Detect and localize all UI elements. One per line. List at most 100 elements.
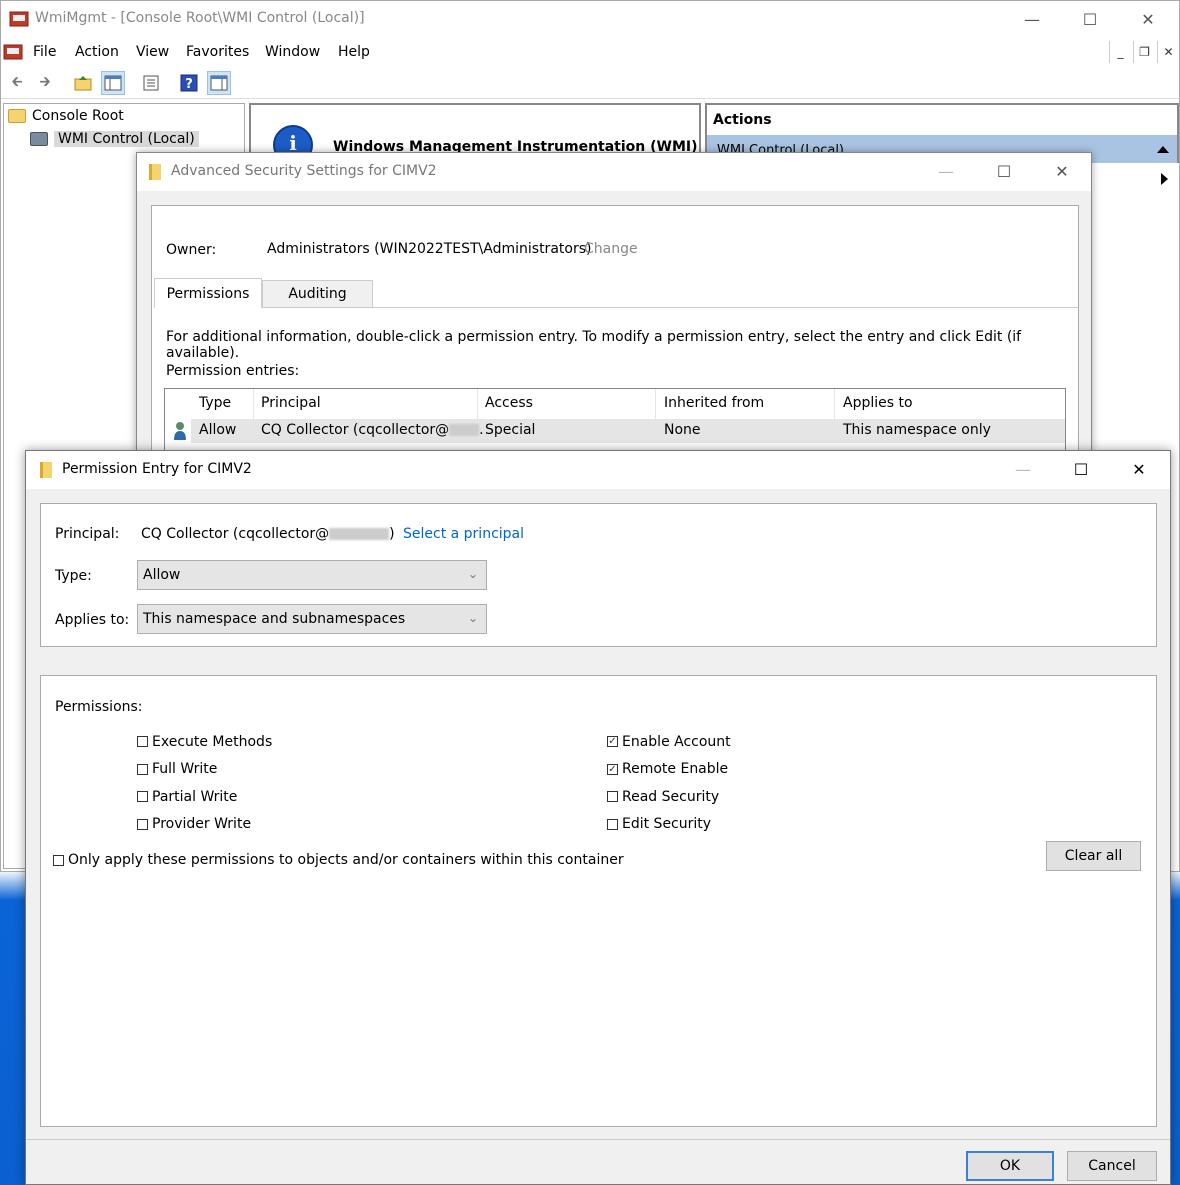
redacted-domain bbox=[449, 424, 480, 436]
toolbar: 🡰 🡲 ? bbox=[1, 67, 1179, 99]
checkbox-full-write[interactable]: Full Write bbox=[137, 756, 272, 784]
close-icon[interactable]: ✕ bbox=[1110, 451, 1168, 487]
cancel-button[interactable]: Cancel bbox=[1067, 1151, 1157, 1181]
type-select[interactable]: Allow ⌄ bbox=[137, 560, 487, 590]
footer-divider bbox=[26, 1139, 1170, 1140]
mdi-restore-icon[interactable]: ❐ bbox=[1133, 41, 1155, 63]
redacted-domain bbox=[329, 528, 390, 540]
maximize-icon[interactable]: ☐ bbox=[1061, 1, 1119, 37]
mmc-title-text: WmiMgmt - [Console Root\WMI Control (Loc… bbox=[35, 10, 365, 26]
permission-entry-title-bar: Permission Entry for CIMV2 — ☐ ✕ bbox=[26, 451, 1170, 489]
checkbox-read-security[interactable]: Read Security bbox=[607, 783, 731, 811]
minimize-icon[interactable]: — bbox=[994, 451, 1052, 487]
maximize-icon[interactable]: ☐ bbox=[1052, 451, 1110, 487]
mdi-minimize-icon[interactable]: _ bbox=[1109, 41, 1131, 63]
wmimgmt-app-icon bbox=[9, 11, 29, 27]
checkbox-box[interactable] bbox=[137, 763, 148, 775]
checkbox-partial-write[interactable]: Partial Write bbox=[137, 783, 272, 811]
user-icon bbox=[174, 422, 186, 440]
checkbox-only-apply-within-container[interactable]: Only apply these permissions to objects … bbox=[53, 852, 624, 868]
change-owner-link[interactable]: Change bbox=[584, 241, 638, 257]
svg-text:?: ? bbox=[185, 77, 193, 92]
export-list-icon[interactable] bbox=[139, 71, 163, 95]
folder-icon bbox=[149, 164, 161, 180]
menu-file[interactable]: File bbox=[33, 44, 56, 60]
checkbox-remote-enable[interactable]: ✓ Remote Enable bbox=[607, 756, 731, 784]
select-principal-link[interactable]: Select a principal bbox=[403, 526, 524, 542]
checkbox-box[interactable] bbox=[137, 818, 148, 830]
mmc-title-bar: WmiMgmt - [Console Root\WMI Control (Loc… bbox=[1, 1, 1179, 37]
chevron-down-icon: ⌄ bbox=[467, 611, 478, 625]
check-icon[interactable]: ✓ bbox=[607, 736, 618, 748]
column-separator bbox=[655, 389, 656, 419]
row-principal: CQ Collector (cqcollector@. bbox=[261, 422, 484, 438]
back-arrow-icon[interactable]: 🡰 bbox=[5, 71, 29, 95]
collapse-icon[interactable] bbox=[1157, 146, 1169, 153]
checkbox-box[interactable] bbox=[607, 791, 618, 803]
checkbox-edit-security[interactable]: Edit Security bbox=[607, 811, 731, 839]
help-icon[interactable]: ? bbox=[177, 71, 201, 95]
tab-permissions[interactable]: Permissions bbox=[154, 278, 262, 308]
tab-divider bbox=[373, 307, 1078, 308]
permission-entry-dialog: Permission Entry for CIMV2 — ☐ ✕ Princip… bbox=[25, 450, 1171, 1185]
applies-to-label: Applies to: bbox=[55, 612, 130, 628]
computer-icon bbox=[30, 132, 48, 146]
maximize-icon[interactable]: ☐ bbox=[975, 153, 1033, 189]
show-hide-action-pane-icon[interactable] bbox=[207, 71, 231, 95]
applies-to-select[interactable]: This namespace and subnamespaces ⌄ bbox=[137, 604, 487, 634]
mdi-close-icon[interactable]: ✕ bbox=[1157, 41, 1179, 63]
checkbox-box[interactable] bbox=[137, 736, 148, 748]
ok-button[interactable]: OK bbox=[966, 1151, 1054, 1181]
column-principal[interactable]: Principal bbox=[261, 395, 321, 411]
chevron-down-icon: ⌄ bbox=[467, 567, 478, 581]
principal-value: CQ Collector (cqcollector@) bbox=[141, 526, 395, 542]
principal-label: Principal: bbox=[55, 526, 120, 542]
show-hide-tree-icon[interactable] bbox=[101, 71, 125, 95]
right-permissions: ✓ Enable Account ✓ Remote Enable Read Secu… bbox=[607, 728, 731, 838]
check-icon[interactable]: ✓ bbox=[607, 763, 618, 775]
minimize-icon[interactable]: — bbox=[1003, 1, 1061, 37]
menu-favorites[interactable]: Favorites bbox=[186, 44, 249, 60]
tree-item-console-root[interactable]: Console Root bbox=[8, 108, 124, 124]
menu-view[interactable]: View bbox=[136, 44, 169, 60]
clear-all-button[interactable]: Clear all bbox=[1046, 841, 1141, 871]
checkbox-box[interactable] bbox=[53, 854, 64, 866]
column-type[interactable]: Type bbox=[199, 395, 231, 411]
close-icon[interactable]: ✕ bbox=[1033, 153, 1091, 189]
permission-entry-title: Permission Entry for CIMV2 bbox=[62, 461, 252, 477]
row-applies-to: This namespace only bbox=[843, 422, 991, 438]
column-separator bbox=[253, 389, 254, 419]
info-text: For additional information, double-click… bbox=[166, 329, 1022, 361]
advanced-security-title: Advanced Security Settings for CIMV2 bbox=[171, 163, 437, 179]
row-inherited-from: None bbox=[664, 422, 701, 438]
forward-arrow-icon[interactable]: 🡲 bbox=[33, 71, 57, 95]
checkbox-provider-write[interactable]: Provider Write bbox=[137, 811, 272, 839]
more-actions-arrow-icon[interactable] bbox=[1161, 173, 1168, 185]
checkbox-enable-account[interactable]: ✓ Enable Account bbox=[607, 728, 731, 756]
column-separator bbox=[834, 389, 835, 419]
up-folder-icon[interactable] bbox=[71, 71, 95, 95]
column-applies-to[interactable]: Applies to bbox=[843, 395, 913, 411]
type-label: Type: bbox=[55, 568, 92, 584]
menu-action[interactable]: Action bbox=[75, 44, 119, 60]
permissions-label: Permissions: bbox=[55, 699, 143, 715]
checkbox-box[interactable] bbox=[137, 791, 148, 803]
owner-value: Administrators (WIN2022TEST\Administrato… bbox=[267, 241, 592, 257]
row-type: Allow bbox=[199, 422, 237, 438]
menu-window[interactable]: Window bbox=[265, 44, 320, 60]
minimize-icon[interactable]: — bbox=[917, 153, 975, 189]
menu-help[interactable]: Help bbox=[338, 44, 370, 60]
column-access[interactable]: Access bbox=[485, 395, 533, 411]
folder-icon bbox=[8, 109, 26, 123]
tab-auditing[interactable]: Auditing bbox=[262, 280, 373, 308]
checkbox-box[interactable] bbox=[607, 818, 618, 830]
console-menu-icon[interactable] bbox=[3, 42, 23, 62]
tree-item-wmi-control[interactable]: WMI Control (Local) bbox=[30, 131, 199, 147]
principal-group: Principal: CQ Collector (cqcollector@) S… bbox=[40, 503, 1157, 647]
permissions-group: Permissions: Execute Methods Full Write … bbox=[40, 675, 1157, 1127]
checkbox-execute-methods[interactable]: Execute Methods bbox=[137, 728, 272, 756]
close-icon[interactable]: ✕ bbox=[1119, 1, 1177, 37]
row-access: Special bbox=[485, 422, 536, 438]
permission-entries-label: Permission entries: bbox=[166, 363, 300, 379]
column-inherited-from[interactable]: Inherited from bbox=[664, 395, 764, 411]
